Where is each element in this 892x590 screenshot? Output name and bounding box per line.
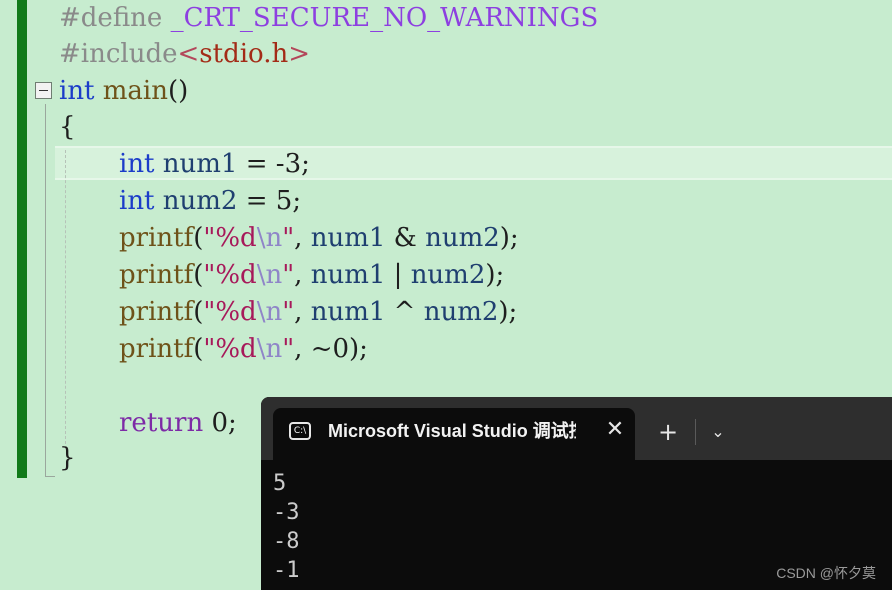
string-quote: " [282,223,295,253]
string-quote: " [282,334,295,364]
escape-sequence: \n [256,260,283,290]
statement-end: ); [499,223,519,253]
code-line-main[interactable]: int main() [59,73,188,109]
assignment: = -3; [237,149,310,179]
format-string: "%d [203,334,257,364]
string-quote: " [282,297,295,327]
code-line-return[interactable]: return 0; [59,405,237,441]
assignment: = 5; [237,186,302,216]
function-name: main [102,76,168,106]
operator: & [385,223,426,253]
code-line-printf-and[interactable]: printf("%d\n", num1 & num2); [59,220,519,256]
operand-a: num1 [310,297,386,327]
escape-sequence: \n [256,297,283,327]
terminal-titlebar[interactable]: C:\ Microsoft Visual Studio 调试控制台 ✕ + ⌄ [261,397,892,460]
format-string: "%d [203,223,257,253]
return-keyword: return [119,408,204,438]
open-brace: { [59,112,76,142]
type-keyword: int [59,76,95,106]
operator: | [385,260,411,290]
change-tracking-bar [17,0,27,478]
string-quote: " [282,260,295,290]
code-line-open-brace[interactable]: { [59,109,76,145]
code-line-num1[interactable]: int num1 = -3; [59,146,310,182]
code-line-close-brace[interactable]: } [59,440,76,476]
statement-end: ); [498,297,518,327]
function-call: printf [119,260,194,290]
fold-guide-end [45,476,55,477]
titlebar-divider [695,419,696,445]
operand-a: num1 [310,260,386,290]
open-paren: ( [193,223,204,253]
include-header: stdio.h [199,39,289,69]
output-line: 5 [273,471,287,496]
parens: () [168,76,189,106]
code-line-printf-or[interactable]: printf("%d\n", num1 | num2); [59,257,504,293]
operand-b: num2 [425,223,500,253]
statement-end: ); [349,334,368,364]
terminal-tab[interactable]: C:\ Microsoft Visual Studio 调试控制台 ✕ [273,408,635,460]
return-value: 0; [203,408,237,438]
open-paren: ( [193,334,204,364]
separator: , [294,297,311,327]
argument: ~0 [310,334,350,364]
close-brace: } [59,443,76,473]
new-tab-button[interactable]: + [653,417,683,447]
escape-sequence: \n [256,223,283,253]
console-icon: C:\ [289,422,311,440]
code-line-include[interactable]: #include<stdio.h> [59,36,310,72]
angle-bracket-close: > [288,39,311,69]
output-line: -3 [273,500,300,525]
open-paren: ( [193,260,204,290]
type-keyword: int [119,186,155,216]
escape-sequence: \n [256,334,283,364]
close-tab-icon[interactable]: ✕ [601,416,629,444]
operator: ^ [385,297,424,327]
output-line: -1 [273,558,300,583]
function-call: printf [119,334,194,364]
tab-title: Microsoft Visual Studio 调试控制台 [328,421,576,441]
debug-console-window[interactable]: C:\ Microsoft Visual Studio 调试控制台 ✕ + ⌄ … [261,397,892,590]
preprocessor-directive: #define [59,3,171,33]
type-keyword: int [119,149,155,179]
operand-a: num1 [310,223,386,253]
code-line-define[interactable]: #define _CRT_SECURE_NO_WARNINGS [59,0,598,36]
watermark: CSDN @怀夕莫 [776,565,876,581]
separator: , [294,334,311,364]
variable-name: num2 [162,186,238,216]
code-line-printf-xor[interactable]: printf("%d\n", num1 ^ num2); [59,294,517,330]
function-call: printf [119,223,194,253]
output-line: -8 [273,529,300,554]
format-string: "%d [203,297,257,327]
code-line-num2[interactable]: int num2 = 5; [59,183,301,219]
open-paren: ( [193,297,204,327]
preprocessor-directive: #include [59,39,178,69]
collapse-toggle-icon[interactable] [35,82,52,99]
format-string: "%d [203,260,257,290]
variable-name: num1 [162,149,238,179]
macro-name: _CRT_SECURE_NO_WARNINGS [170,3,599,33]
function-call: printf [119,297,194,327]
separator: , [294,223,311,253]
operand-b: num2 [410,260,486,290]
statement-end: ); [485,260,505,290]
operand-b: num2 [423,297,499,327]
chevron-down-icon[interactable]: ⌄ [703,417,733,447]
fold-guide-line [45,104,46,476]
separator: , [294,260,311,290]
code-line-printf-not[interactable]: printf("%d\n", ~0); [59,331,368,367]
angle-bracket-open: < [177,39,200,69]
